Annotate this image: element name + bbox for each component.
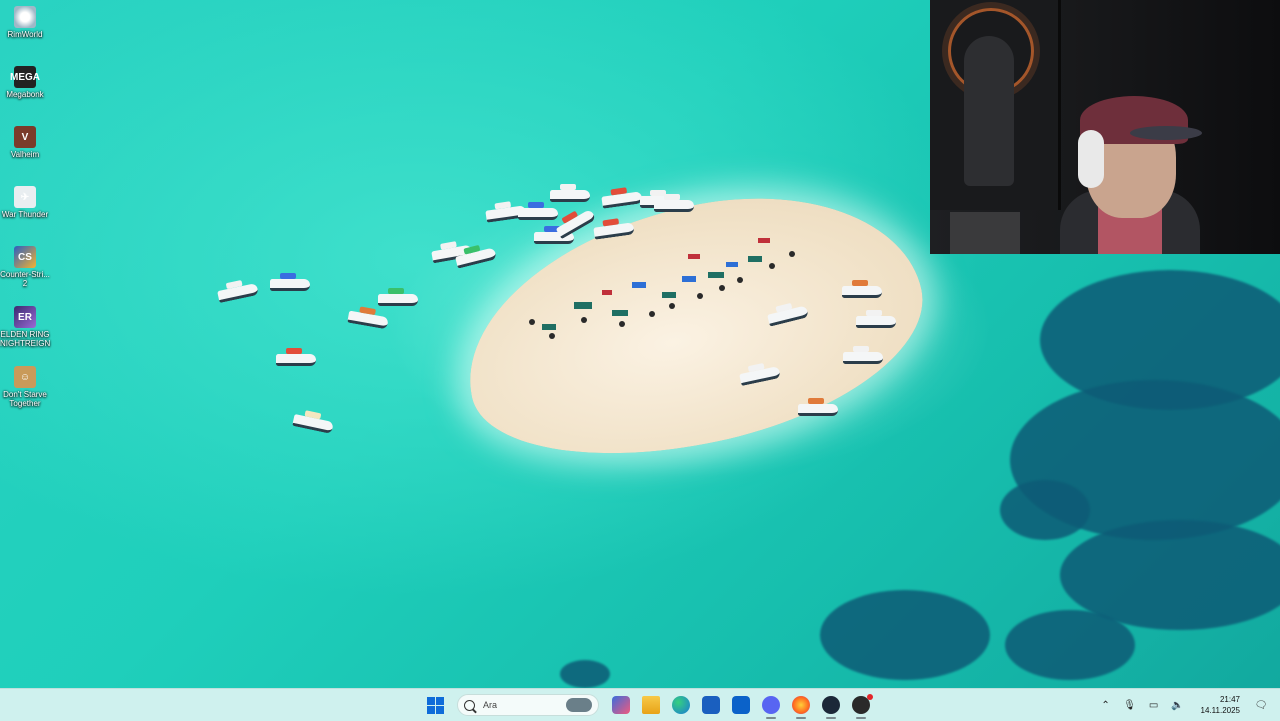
desktop-icon-label: Megabonk <box>6 90 44 99</box>
taskbar-app-steam[interactable] <box>819 693 843 719</box>
search-highlight-icon <box>566 698 592 712</box>
taskbar-app-store[interactable] <box>699 693 723 717</box>
notification-icon[interactable]: 🗨 <box>1254 700 1268 711</box>
desktop-icon-dont-starve-together[interactable]: ☺ Don't Starve Together <box>0 366 50 422</box>
search-placeholder: Ara <box>483 700 498 710</box>
desktop-icon-label: Valheim <box>10 150 40 159</box>
elden-ring-icon: ER <box>14 306 36 328</box>
desktop-icon-counter-strike-2[interactable]: CS Counter-Stri... 2 <box>0 246 50 302</box>
taskbar-center: Ara <box>423 693 873 719</box>
volume-icon[interactable]: 🔈 <box>1171 700 1185 711</box>
poster-figure <box>964 36 1014 186</box>
running-indicator <box>856 717 866 719</box>
desktop-icon-label: Counter-Stri... 2 <box>0 270 50 288</box>
taskbar-app-firefox[interactable] <box>789 693 813 719</box>
boat <box>347 310 389 330</box>
taskbar-search[interactable]: Ara <box>457 694 599 716</box>
taskbar-app-file-explorer[interactable] <box>639 693 663 717</box>
counter-strike-icon: CS <box>14 246 36 268</box>
system-tray: ⌃ 🎙 ▭ 🔈 21:47 14.11.2025 🗨 <box>1099 689 1280 721</box>
boat <box>654 194 694 212</box>
steam-icon <box>822 696 840 714</box>
running-indicator <box>766 717 776 719</box>
reef-shape <box>560 660 610 688</box>
taskbar-app-discord[interactable] <box>759 693 783 719</box>
taskbar-app-widgets[interactable] <box>609 693 633 717</box>
beach-crowd <box>529 238 795 339</box>
desktop-icon-rimworld[interactable]: ◎ RimWorld <box>0 6 50 62</box>
desktop-icon-elden-ring-nightreign[interactable]: ER ELDEN RING NIGHTREIGN <box>0 306 50 362</box>
war-thunder-icon: ✈ <box>14 186 36 208</box>
clock-date: 14.11.2025 <box>1200 706 1240 715</box>
webcam-overlay <box>930 0 1280 254</box>
network-icon[interactable]: ▭ <box>1147 700 1161 711</box>
clock[interactable]: 21:47 14.11.2025 <box>1201 694 1240 716</box>
rimworld-icon: ◎ <box>14 6 36 28</box>
desktop-icons: ◎ RimWorld MEGA Megabonk V Valheim ✈ War… <box>0 2 50 422</box>
windows-logo-icon <box>426 696 444 714</box>
wall-poster <box>930 0 1061 210</box>
room-shelf <box>950 212 1020 254</box>
reef-shape <box>820 590 990 680</box>
boat <box>292 413 334 435</box>
discord-icon <box>762 696 780 714</box>
boat <box>217 282 259 304</box>
search-icon <box>464 699 475 711</box>
edge-icon <box>672 696 690 714</box>
desktop-icon-valheim[interactable]: V Valheim <box>0 126 50 182</box>
desktop-icon-war-thunder[interactable]: ✈ War Thunder <box>0 186 50 242</box>
dont-starve-icon: ☺ <box>14 366 36 388</box>
boat <box>276 348 316 366</box>
chevron-up-icon[interactable]: ⌃ <box>1099 700 1113 711</box>
widgets-icon <box>612 696 630 714</box>
outlook-icon <box>732 696 750 714</box>
headphones <box>1078 130 1104 188</box>
microphone-icon[interactable]: 🎙 <box>1123 700 1137 711</box>
valheim-icon: V <box>14 126 36 148</box>
folder-icon <box>642 696 660 714</box>
clock-time: 21:47 <box>1219 695 1240 704</box>
desktop-icon-label: RimWorld <box>7 30 43 39</box>
desktop-icon-label: Don't Starve Together <box>3 390 47 408</box>
running-indicator <box>826 717 836 719</box>
desktop-icon-megabonk[interactable]: MEGA Megabonk <box>0 66 50 122</box>
firefox-icon <box>792 696 810 714</box>
boat <box>842 280 882 298</box>
boat <box>270 273 310 291</box>
boat <box>843 346 883 364</box>
boat <box>550 184 590 202</box>
taskbar-app-edge[interactable] <box>669 693 693 717</box>
store-icon <box>702 696 720 714</box>
taskbar-app-obs[interactable] <box>849 693 873 719</box>
running-indicator <box>796 717 806 719</box>
desktop-icon-label: War Thunder <box>1 210 49 219</box>
taskbar: Ara ⌃ 🎙 ▭ 🔈 21:47 14.11.2025 🗨 <box>0 688 1280 721</box>
reef-shape <box>1000 480 1090 540</box>
megabonk-icon: MEGA <box>10 66 40 88</box>
start-button[interactable] <box>423 693 447 717</box>
recording-dot <box>867 694 873 700</box>
boat <box>378 288 418 306</box>
boat <box>518 202 558 220</box>
boat <box>856 310 896 328</box>
boat <box>601 191 643 209</box>
desktop-icon-label: ELDEN RING NIGHTREIGN <box>0 330 51 348</box>
person-cap-brim <box>1130 126 1202 140</box>
taskbar-app-outlook[interactable] <box>729 693 753 717</box>
reef-shape <box>1005 610 1135 680</box>
boat <box>798 398 838 416</box>
